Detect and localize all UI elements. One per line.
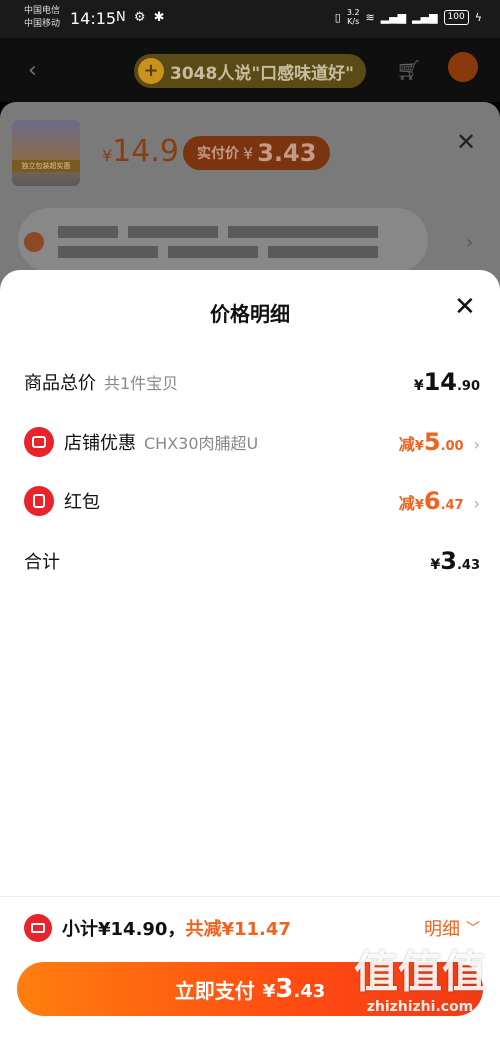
detail-toggle[interactable]: 明细 ﹀ <box>424 915 480 941</box>
close-icon[interactable]: ✕ <box>456 128 476 156</box>
pay-button-label: 立即支付 <box>174 978 255 1003</box>
back-icon[interactable]: ‹ <box>28 58 37 83</box>
chevron-right-icon: › <box>473 435 480 454</box>
price-detail-sheet: 价格明细 ✕ 商品总价 共1件宝贝 ¥ 14 .90 店铺优惠 CHX30肉脯超… <box>0 270 500 1038</box>
amount-dec: .00 <box>440 439 464 454</box>
plus-badge-icon: + <box>138 58 164 84</box>
amount-int: 3 <box>440 547 457 575</box>
blur-block <box>228 226 378 238</box>
battery-icon: 100 <box>443 9 469 25</box>
signal-icon: ▂▄▆ <box>380 10 407 24</box>
blur-block <box>168 246 258 258</box>
minus-prefix: 减 <box>398 494 415 513</box>
yen-sign: ¥ <box>414 439 424 454</box>
amount-dec: .47 <box>440 498 464 513</box>
minus-prefix: 减 <box>398 435 415 454</box>
location-icon <box>24 232 44 252</box>
amount-int: 3 <box>275 974 294 1004</box>
coupon-icon <box>24 914 52 942</box>
row-shop-discount[interactable]: 店铺优惠 CHX30肉脯超U 减 ¥ 5 .00 › <box>24 422 480 462</box>
chevron-right-icon: › <box>466 232 474 253</box>
row-goods-total: 商品总价 共1件宝贝 ¥ 14 .90 <box>24 362 480 402</box>
real-price-label: 实付价 <box>197 146 239 162</box>
signal-icon-2: ▂▄▆ <box>412 10 438 24</box>
product-price-value: 14.9 <box>112 134 179 169</box>
red-packet-icon <box>24 486 54 516</box>
row-label: 合计 <box>24 552 60 573</box>
blur-block <box>128 226 218 238</box>
amount-dec: .43 <box>293 981 326 1002</box>
chevron-right-icon: › <box>473 494 480 513</box>
row-label: 商品总价 <box>24 373 96 394</box>
wifi-icon: ≋ <box>365 10 375 24</box>
blur-block <box>58 226 118 238</box>
product-thumbnail-caption: 独立包装超实惠 <box>12 160 80 172</box>
carrier-2: 中国移动 <box>24 19 61 29</box>
row-total-sum: 合计 ¥ 3 .43 <box>24 541 480 581</box>
yen-sign: ¥ <box>414 498 424 513</box>
yen-sign: ¥ <box>413 378 424 394</box>
chevron-down-icon: ﹀ <box>466 921 480 937</box>
amount-int: 6 <box>423 487 441 515</box>
row-amount: ¥ 14 .90 <box>414 368 480 396</box>
divider <box>0 896 500 897</box>
product-price: ¥ 14.9 <box>102 134 179 169</box>
net-speed-unit: K/s <box>347 17 360 26</box>
product-price-yen: ¥ <box>102 146 113 165</box>
vibrate-icon: ▯ <box>334 10 341 24</box>
notification-icons: N ⚙ ✱ <box>116 10 167 25</box>
real-price-yen: ¥ <box>243 143 254 163</box>
real-price-pill: 实付价 ¥ 3.43 <box>183 136 331 170</box>
product-thumbnail[interactable]: 独立包装超实惠 <box>12 120 80 186</box>
yen-sign: ¥ <box>430 557 441 573</box>
net-speed-value: 3.2 <box>346 8 360 17</box>
amount-int: 5 <box>423 428 441 456</box>
blurred-address-row[interactable] <box>18 208 428 272</box>
row-red-packet[interactable]: 红包 减 ¥ 6 .47 › <box>24 481 480 521</box>
net-speed: 3.2 K/s <box>347 8 360 26</box>
amount-dec: .43 <box>456 558 480 573</box>
status-right: ▯ 3.2 K/s ≋ ▂▄▆ ▂▄▆ 100 ϟ <box>335 8 482 26</box>
amount-int: 14 <box>423 368 457 396</box>
watermark-logo: 值值值 zhizhizhi.com <box>350 948 490 1032</box>
sheet-title: 价格明细 <box>210 302 290 326</box>
avatar[interactable] <box>448 52 478 82</box>
row-amount: 减 ¥ 6 .47 › <box>399 487 480 515</box>
blur-block <box>58 246 158 258</box>
review-promo-pill[interactable]: + 3048人说"口感味道好" <box>134 54 367 88</box>
yen-sign: ¥ <box>262 981 276 1002</box>
watermark-site: zhizhizhi.com <box>366 999 474 1015</box>
watermark-glyphs: 值值值 <box>354 947 486 998</box>
clock: 14:15 <box>70 9 117 28</box>
amount-dec: .90 <box>456 379 480 394</box>
top-bar: ‹ + 3048人说"口感味道好" 🛒︎ <box>0 38 500 102</box>
row-sub: 共1件宝贝 <box>104 374 179 393</box>
detail-toggle-label: 明细 <box>424 919 460 940</box>
carrier-1: 中国电信 <box>24 6 61 16</box>
order-summary-bar: 小计¥14.90， 共减¥11.47 明细 ﹀ <box>24 908 480 948</box>
row-amount: ¥ 3 .43 <box>431 547 480 575</box>
review-promo-text: 3048人说"口感味道好" <box>170 63 355 84</box>
status-bar: 中国电信 中国移动 14:15 N ⚙ ✱ ▯ 3.2 K/s ≋ ▂▄▆ ▂▄… <box>0 0 500 38</box>
pay-amount: ¥3.43 <box>263 974 326 1004</box>
carrier-info: 中国电信 中国移动 <box>24 5 60 31</box>
shop-icon <box>24 427 54 457</box>
real-price-value: 3.43 <box>257 139 317 167</box>
charging-icon: ϟ <box>474 10 482 24</box>
cart-icon[interactable]: 🛒︎ <box>396 58 421 82</box>
row-amount: 减 ¥ 5 .00 › <box>399 428 480 456</box>
row-sub: CHX30肉脯超U <box>144 434 259 453</box>
close-icon[interactable]: ✕ <box>454 294 476 320</box>
row-label: 红包 <box>64 492 100 513</box>
total-discount-text: 共减¥11.47 <box>185 919 291 940</box>
blur-block <box>268 246 378 258</box>
subtotal-text: 小计¥14.90， <box>62 919 186 940</box>
row-label: 店铺优惠 <box>64 433 136 454</box>
